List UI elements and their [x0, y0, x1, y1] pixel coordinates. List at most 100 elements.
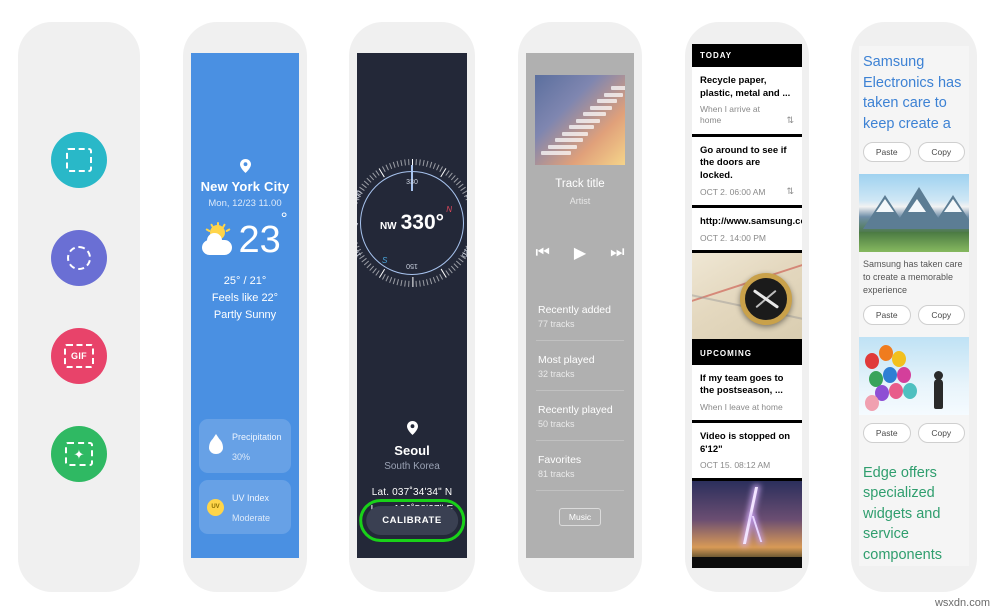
section-header-upcoming: UPCOMING [692, 341, 802, 365]
pin-window-icon: ✦ [65, 442, 93, 466]
music-screen: Track title Artist ⏮ ▶ ⏭ Recently added … [526, 53, 634, 558]
calibrate-button[interactable]: CALIBRATE [366, 506, 458, 535]
weather-datetime: Mon, 12/23 11.00 [208, 198, 282, 209]
tool-button-oval-capture[interactable] [51, 230, 107, 286]
playlist-count: 81 tracks [538, 469, 575, 479]
reminder-title: If my team goes to the postseason, ... [700, 372, 784, 397]
track-artist: Artist [569, 196, 591, 206]
playback-controls: ⏮ ▶ ⏭ [526, 243, 634, 263]
uv-sun-icon: UV [206, 498, 225, 517]
quick-tools-panel: GIF ✦ [18, 22, 140, 592]
precipitation-label: Precipitation [232, 432, 282, 442]
reminder-meta: OCT 15. 08:12 AM [700, 460, 771, 471]
music-body: Track title Artist ⏮ ▶ ⏭ Recently added … [526, 53, 634, 558]
copy-button[interactable]: Copy [917, 142, 965, 163]
gif-icon: GIF [64, 344, 94, 368]
reminder-card[interactable]: If my team goes to the postseason, ... W… [692, 364, 802, 420]
cardinal-south-label: S [382, 256, 388, 265]
cardinal-west-label: W [357, 222, 358, 231]
weather-panel: New York City Mon, 12/23 11.00 23° 25° /… [183, 22, 307, 592]
tool-button-rectangle-capture[interactable] [51, 132, 107, 188]
reminder-title: Recycle paper, plastic, metal and ... [700, 75, 791, 99]
weather-feels-like: Feels like 22° [211, 292, 279, 304]
weather-card-uv-index[interactable]: UV UV Index Moderate [199, 480, 291, 534]
reminder-meta: OCT 2. 06:00 AM [700, 186, 766, 197]
reminder-panel: TODAY Recycle paper, plastic, metal and … [685, 22, 809, 592]
reminder-meta: OCT 2. 14:00 PM [700, 232, 766, 243]
clipboard-image-caption: Samsung has taken care to create a memor… [863, 259, 963, 295]
reminder-title: http://www.samsung.com [700, 215, 802, 227]
clipboard-panel: Samsung Electronics has taken care to ke… [851, 22, 977, 592]
clipboard-image-child-with-balloons[interactable] [859, 336, 969, 415]
reminder-photo-compass-on-map [692, 252, 802, 339]
location-pin-icon [239, 159, 251, 173]
copy-button[interactable]: Copy [917, 422, 965, 443]
playlist-count: 50 tracks [538, 419, 575, 429]
compass-body: 300 330 0 150 180 120 N W S E NW 330° [357, 53, 467, 558]
calibrate-highlight: CALIBRATE [359, 499, 465, 542]
clipboard-image-mountain-landscape[interactable] [859, 174, 969, 253]
clipboard-screen: Samsung Electronics has taken care to ke… [859, 46, 969, 566]
uv-index-value: Moderate [232, 513, 271, 523]
playlist-count: 77 tracks [538, 319, 575, 329]
paste-button[interactable]: Paste [863, 304, 911, 325]
weather-body: New York City Mon, 12/23 11.00 23° 25° /… [191, 53, 299, 558]
paste-button[interactable]: Paste [863, 422, 911, 443]
clipboard-text-item: Edge offers specialized widgets and serv… [863, 464, 942, 563]
music-panel: Track title Artist ⏮ ▶ ⏭ Recently added … [518, 22, 642, 592]
compass-screen: 300 330 0 150 180 120 N W S E NW 330° [357, 53, 467, 558]
weather-card-precipitation[interactable]: Precipitation 30% [199, 419, 291, 473]
list-item[interactable]: Most played 32 tracks [536, 341, 624, 391]
weather-current: 23° [202, 210, 288, 259]
paste-button[interactable]: Paste [863, 142, 911, 163]
weather-city: New York City [200, 179, 290, 194]
compass-country: South Korea [384, 461, 440, 472]
location-pin-icon [406, 421, 418, 435]
cardinal-north-label: N [446, 205, 452, 214]
reminder-screen: TODAY Recycle paper, plastic, metal and … [692, 44, 802, 568]
compass-reading: NW 330° [380, 211, 444, 235]
list-item[interactable]: Favorites 81 tracks [536, 441, 624, 491]
previous-button[interactable]: ⏮ [535, 244, 549, 262]
weather-high-low: 25° / 21° [223, 275, 267, 287]
precipitation-value: 30% [232, 452, 251, 462]
water-drop-icon [206, 434, 225, 456]
partly-sunny-icon [202, 222, 236, 255]
dashed-circle-icon [67, 246, 91, 270]
section-header-today: TODAY [692, 44, 802, 67]
clipboard-actions: Paste Copy [859, 134, 969, 172]
compass-city: Seoul [394, 443, 430, 458]
album-art[interactable] [535, 75, 625, 165]
reminder-card[interactable]: Go around to see if the doors are locked… [692, 136, 802, 205]
reminder-card[interactable]: Video is stopped on 6'12" OCT 15. 08:12 … [692, 423, 802, 479]
reminder-card[interactable]: http://www.samsung.com OCT 2. 14:00 PM [692, 207, 802, 250]
playlist-title: Most played [538, 354, 595, 366]
music-app-chip[interactable]: Music [558, 508, 602, 526]
next-button[interactable]: ⏭ [610, 244, 624, 262]
compass-dial: 300 330 0 150 180 120 N W S E NW 330° [357, 159, 467, 287]
reminder-meta: When I leave at home [700, 401, 783, 412]
screenshot-stage: GIF ✦ New York City Mon, 12/23 11.00 23°… [0, 0, 1000, 614]
reminder-card[interactable]: Recycle paper, plastic, metal and ... Wh… [692, 67, 802, 134]
music-footer: Music [536, 507, 624, 526]
uv-index-label: UV Index [232, 493, 270, 503]
compass-direction: NW [379, 221, 397, 232]
weather-screen: New York City Mon, 12/23 11.00 23° 25° /… [191, 53, 299, 558]
tool-button-pin-capture[interactable]: ✦ [51, 426, 107, 482]
watermark: wsxdn.com [934, 597, 990, 609]
compass-panel: 300 330 0 150 180 120 N W S E NW 330° [349, 22, 475, 592]
weather-detail-cards: Precipitation 30% UV UV Index Moderate [199, 412, 291, 534]
dial-label-330: 330 [406, 179, 418, 186]
tool-button-gif-capture[interactable]: GIF [51, 328, 107, 384]
list-item[interactable]: Recently added 77 tracks [536, 291, 624, 341]
copy-button[interactable]: Copy [917, 304, 965, 325]
weather-condition: Partly Sunny [213, 309, 277, 321]
playlist-title: Recently added [538, 304, 611, 316]
play-button[interactable]: ▶ [574, 243, 586, 263]
compass-degrees: 330° [400, 211, 445, 234]
list-item[interactable]: Recently played 50 tracks [536, 391, 624, 441]
clipboard-actions: Paste Copy [859, 415, 969, 453]
dial-label-150: 150 [406, 262, 418, 269]
reminder-photo-lightning-storm [692, 481, 802, 568]
playlist-title: Favorites [538, 454, 582, 466]
